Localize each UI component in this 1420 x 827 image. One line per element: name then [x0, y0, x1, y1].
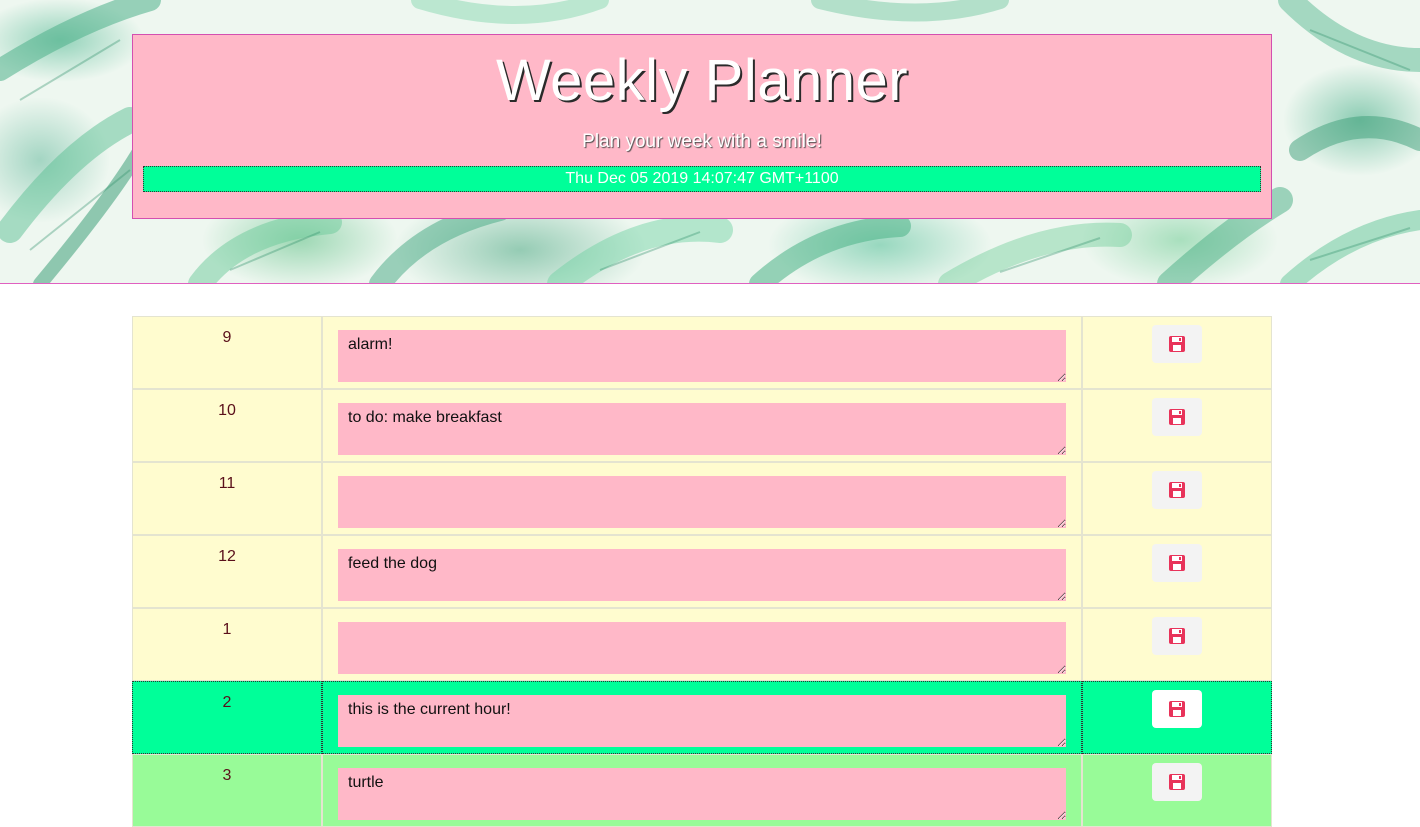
save-cell: [1082, 608, 1272, 681]
floppy-disk-icon: [1152, 627, 1202, 645]
description-cell: [322, 608, 1082, 681]
floppy-disk-icon: [1152, 335, 1202, 353]
planner-container: 9 alarm! 10 to do: make breakfast 11 12 feed t…: [132, 316, 1272, 827]
time-block-row: 3 turtle: [132, 754, 1272, 827]
time-block-row: 12 feed the dog: [132, 535, 1272, 608]
hour-label: 10: [132, 389, 322, 462]
description-cell: alarm!: [322, 316, 1082, 389]
save-button[interactable]: [1152, 544, 1202, 582]
save-button[interactable]: [1152, 617, 1202, 655]
event-description-textarea[interactable]: turtle: [338, 768, 1066, 820]
time-block-row: 10 to do: make breakfast: [132, 389, 1272, 462]
event-description-textarea[interactable]: [338, 622, 1066, 674]
event-description-textarea[interactable]: feed the dog: [338, 549, 1066, 601]
save-cell: [1082, 462, 1272, 535]
hour-label: 11: [132, 462, 322, 535]
floppy-disk-icon: [1152, 554, 1202, 572]
header-card: Weekly Planner Plan your week with a smi…: [132, 34, 1272, 219]
page-title: Weekly Planner: [495, 48, 909, 113]
save-cell: [1082, 754, 1272, 827]
time-block-row: 1: [132, 608, 1272, 681]
hour-label: 3: [132, 754, 322, 827]
save-button[interactable]: [1152, 471, 1202, 509]
save-button[interactable]: [1152, 398, 1202, 436]
save-cell: [1082, 681, 1272, 754]
time-block-row: 2 this is the current hour!: [132, 681, 1272, 754]
hour-label: 2: [132, 681, 322, 754]
hour-label: 9: [132, 316, 322, 389]
save-button[interactable]: [1152, 325, 1202, 363]
description-cell: [322, 462, 1082, 535]
description-cell: turtle: [322, 754, 1082, 827]
floppy-disk-icon: [1152, 773, 1202, 791]
save-button[interactable]: [1152, 763, 1202, 801]
description-cell: feed the dog: [322, 535, 1082, 608]
description-cell: to do: make breakfast: [322, 389, 1082, 462]
save-cell: [1082, 316, 1272, 389]
event-description-textarea[interactable]: this is the current hour!: [338, 695, 1066, 747]
event-description-textarea[interactable]: to do: make breakfast: [338, 403, 1066, 455]
save-button[interactable]: [1152, 690, 1202, 728]
floppy-disk-icon: [1152, 700, 1202, 718]
save-cell: [1082, 389, 1272, 462]
description-cell: this is the current hour!: [322, 681, 1082, 754]
time-block-row: 9 alarm!: [132, 316, 1272, 389]
event-description-textarea[interactable]: [338, 476, 1066, 528]
hour-label: 12: [132, 535, 322, 608]
time-block-row: 11: [132, 462, 1272, 535]
header-banner: Weekly Planner Plan your week with a smi…: [0, 0, 1420, 284]
floppy-disk-icon: [1152, 408, 1202, 426]
hour-label: 1: [132, 608, 322, 681]
save-cell: [1082, 535, 1272, 608]
current-date: Thu Dec 05 2019 14:07:47 GMT+1100: [143, 166, 1261, 192]
event-description-textarea[interactable]: alarm!: [338, 330, 1066, 382]
floppy-disk-icon: [1152, 481, 1202, 499]
tagline: Plan your week with a smile!: [582, 131, 822, 152]
